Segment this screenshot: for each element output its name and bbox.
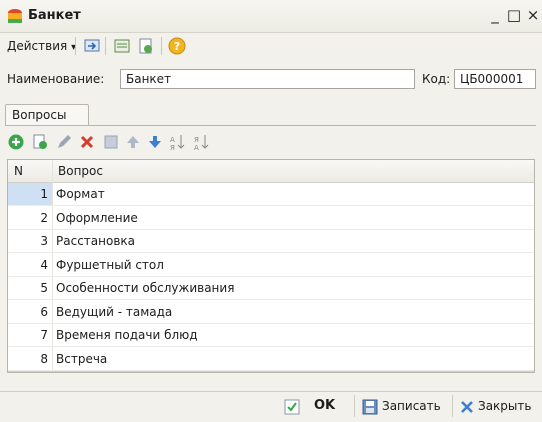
- tab-divider: [5, 125, 536, 126]
- tab-questions[interactable]: Вопросы: [5, 104, 89, 126]
- table-row[interactable]: 6 Ведущий - тамада: [8, 301, 534, 324]
- row-question: Ведущий - тамада: [56, 305, 173, 319]
- toolbar-divider: [75, 37, 76, 55]
- code-label: Код:: [422, 72, 451, 86]
- row-number: 6: [40, 305, 48, 319]
- svg-text:?: ?: [174, 40, 180, 53]
- save-icon: [362, 399, 378, 415]
- ok-label: OK: [314, 398, 336, 413]
- name-field[interactable]: Банкет: [120, 69, 415, 89]
- move-up-icon[interactable]: [124, 133, 142, 151]
- toolbar-divider: [161, 37, 162, 55]
- end-edit-icon[interactable]: [102, 133, 120, 151]
- banquet-icon: [8, 9, 22, 23]
- row-number: 7: [40, 328, 48, 342]
- sort-ascending-icon[interactable]: А Я: [168, 133, 186, 151]
- window-title: Банкет: [28, 8, 81, 23]
- move-down-icon[interactable]: [146, 133, 164, 151]
- table-row[interactable]: 8 Встреча: [8, 348, 534, 371]
- row-number: 8: [40, 352, 48, 366]
- table-bottom-line: [8, 371, 534, 372]
- footer-divider: [0, 391, 542, 392]
- title-bar: [0, 0, 542, 33]
- table-row[interactable]: 1 Формат: [8, 183, 534, 206]
- ok-check-icon: [284, 399, 300, 415]
- table-row[interactable]: 7 Временя подачи блюд: [8, 324, 534, 347]
- copy-icon[interactable]: [31, 133, 49, 151]
- minimize-button[interactable]: _: [487, 7, 503, 23]
- maximize-button[interactable]: □: [506, 7, 522, 23]
- close-label: Закрыть: [478, 399, 532, 413]
- name-label: Наименование:: [7, 72, 105, 86]
- close-icon: [461, 401, 473, 413]
- refresh-icon[interactable]: [137, 37, 155, 55]
- column-header-question[interactable]: Вопрос: [58, 164, 103, 178]
- row-question: Расстановка: [56, 234, 135, 248]
- row-number: 2: [40, 211, 48, 225]
- row-question: Особенности обслуживания: [56, 281, 235, 295]
- svg-text:Я: Я: [170, 144, 175, 151]
- delete-icon[interactable]: [78, 133, 96, 151]
- row-number: 3: [40, 234, 48, 248]
- footer-button-divider: [354, 395, 355, 417]
- column-header-n[interactable]: N: [14, 164, 23, 178]
- toolbar-divider: [105, 37, 106, 55]
- table-row[interactable]: 5 Особенности обслуживания: [8, 277, 534, 300]
- go-to-icon[interactable]: [83, 37, 101, 55]
- row-question: Оформление: [56, 211, 138, 225]
- row-question: Формат: [56, 187, 105, 201]
- footer-button-divider: [452, 395, 453, 417]
- row-number: 5: [40, 281, 48, 295]
- close-window-button[interactable]: ×: [525, 7, 541, 23]
- svg-text:А: А: [170, 136, 175, 144]
- save-label: Записать: [382, 399, 441, 413]
- svg-text:Я: Я: [194, 136, 199, 144]
- structure-icon[interactable]: [113, 37, 131, 55]
- add-icon[interactable]: [7, 133, 25, 151]
- row-question: Встреча: [56, 352, 108, 366]
- code-field[interactable]: ЦБ000001: [454, 69, 536, 89]
- actions-label: Действия: [7, 39, 68, 53]
- sort-descending-icon[interactable]: Я А: [192, 133, 210, 151]
- row-number: 1: [8, 183, 52, 205]
- actions-menu[interactable]: Действия ▾: [7, 39, 76, 53]
- table-row[interactable]: 3 Расстановка: [8, 230, 534, 253]
- table-row[interactable]: 2 Оформление: [8, 207, 534, 230]
- table-row[interactable]: 4 Фуршетный стол: [8, 254, 534, 277]
- edit-icon[interactable]: [55, 133, 73, 151]
- row-question: Фуршетный стол: [56, 258, 164, 272]
- help-icon[interactable]: ?: [168, 37, 186, 55]
- row-number: 4: [40, 258, 48, 272]
- svg-text:А: А: [194, 144, 199, 151]
- row-question: Временя подачи блюд: [56, 328, 198, 342]
